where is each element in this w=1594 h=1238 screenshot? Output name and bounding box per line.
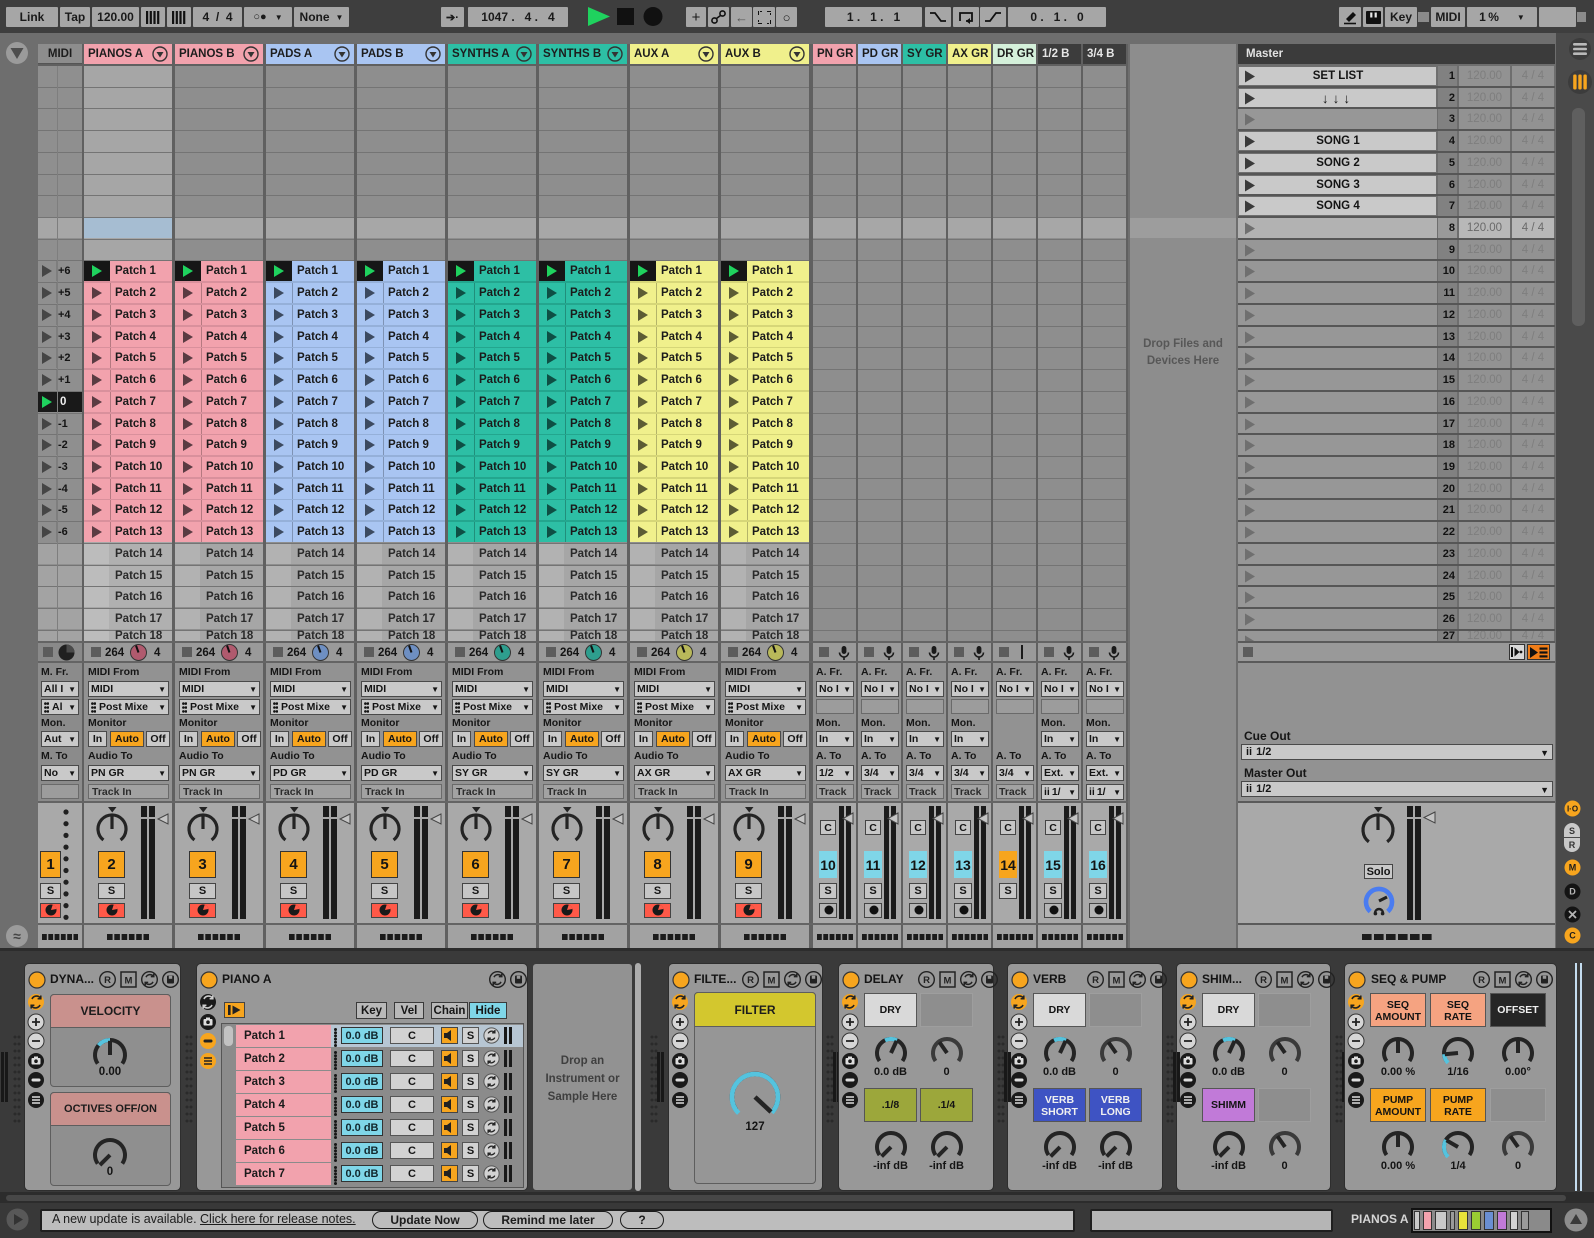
svg-text:M: M (1281, 975, 1289, 986)
svg-text:M: M (1113, 975, 1121, 986)
svg-text:C: C (1569, 931, 1576, 941)
svg-text:S: S (1569, 826, 1575, 836)
svg-text:D: D (1569, 887, 1576, 897)
svg-text:M: M (1499, 975, 1507, 986)
svg-text:R: R (1092, 975, 1099, 986)
svg-text:R: R (923, 975, 930, 986)
svg-text:R: R (1260, 975, 1267, 986)
svg-text:R: R (1569, 840, 1576, 850)
svg-text:R: R (104, 975, 111, 986)
svg-text:M: M (125, 975, 133, 986)
svg-text:≈: ≈ (13, 928, 21, 944)
svg-text:M: M (944, 975, 952, 986)
svg-text:M: M (768, 975, 776, 986)
svg-text:R: R (747, 975, 754, 986)
svg-text:M: M (1569, 863, 1577, 873)
svg-text:R: R (1478, 975, 1485, 986)
svg-text:I·O: I·O (1567, 805, 1578, 814)
